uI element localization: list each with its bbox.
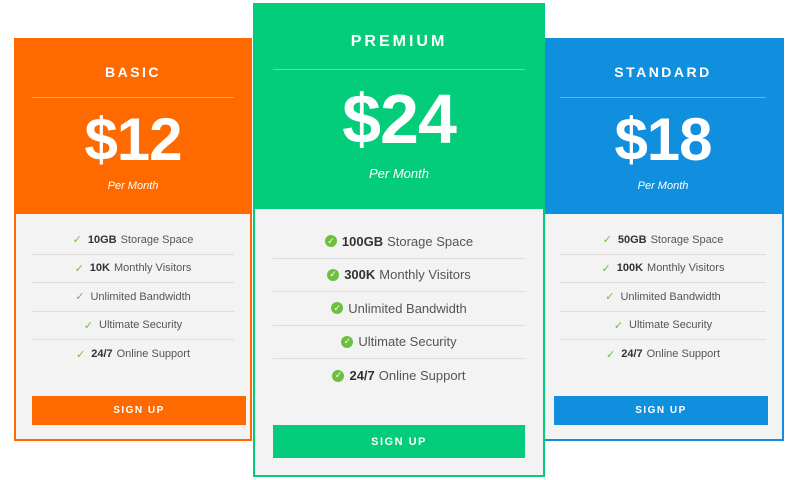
- feature-highlight: 100GB: [341, 233, 384, 249]
- feature-text: Ultimate Security: [629, 319, 713, 332]
- feature-item: ✓ Ultimate Security: [560, 312, 766, 340]
- feature-highlight: 24/7: [621, 348, 643, 361]
- plan-name: PREMIUM: [350, 33, 448, 50]
- feature-text: Monthly Visitors: [113, 262, 192, 275]
- plan-period: Per Month: [369, 166, 429, 181]
- pricing-card-basic: BASIC $12 Per Month ✓ 10GB Storage Space…: [14, 38, 252, 441]
- feature-highlight: 50GB: [617, 233, 647, 246]
- plan-price: $18: [614, 106, 712, 173]
- feature-item: ✓ 300K Monthly Visitors: [273, 259, 525, 292]
- feature-text: Monthly Visitors: [379, 267, 471, 283]
- check-icon: ✓: [602, 234, 612, 247]
- feature-item: ✓ 24/7 Online Support: [32, 340, 234, 369]
- feature-item: ✓ Unlimited Bandwidth: [32, 283, 234, 312]
- feature-text: Monthly Visitors: [647, 262, 725, 275]
- header-divider: [32, 97, 234, 98]
- pricing-card-header: PREMIUM $24 Per Month: [255, 5, 543, 209]
- check-icon: ✓: [72, 234, 82, 247]
- feature-list: ✓ 100GB Storage Space ✓ 300K Monthly Vis…: [273, 225, 525, 393]
- check-icon: ✓: [605, 291, 615, 304]
- feature-text: Unlimited Bandwidth: [348, 300, 467, 316]
- plan-name: BASIC: [104, 64, 162, 80]
- sign-up-button-standard[interactable]: SIGN UP: [554, 396, 768, 425]
- feature-item: ✓ Unlimited Bandwidth: [273, 292, 525, 326]
- feature-highlight: 10K: [89, 262, 110, 275]
- plan-period: Per Month: [107, 180, 159, 192]
- feature-text: Ultimate Security: [99, 319, 183, 332]
- check-icon: ✓: [75, 348, 86, 361]
- check-circle-icon: ✓: [341, 335, 354, 348]
- feature-item: ✓ Ultimate Security: [273, 326, 525, 359]
- feature-text: Storage Space: [387, 233, 474, 249]
- pricing-table: BASIC $12 Per Month ✓ 10GB Storage Space…: [0, 0, 800, 480]
- feature-text: Unlimited Bandwidth: [90, 290, 191, 303]
- feature-text: Online Support: [116, 348, 191, 361]
- feature-item: ✓ 50GB Storage Space: [560, 226, 766, 255]
- check-circle-icon: ✓: [327, 268, 340, 281]
- pricing-card-standard: STANDARD $18 Per Month ✓ 50GB Storage Sp…: [542, 38, 784, 441]
- check-icon: ✓: [613, 319, 624, 332]
- feature-item: ✓ Ultimate Security: [32, 312, 234, 340]
- pricing-card-premium: PREMIUM $24 Per Month ✓ 100GB Storage Sp…: [253, 3, 545, 477]
- check-icon: ✓: [601, 262, 611, 275]
- check-circle-icon: ✓: [332, 369, 345, 382]
- plan-price: $24: [342, 80, 457, 158]
- pricing-card-header: BASIC $12 Per Month: [16, 40, 250, 214]
- header-divider: [273, 69, 525, 70]
- header-divider: [560, 97, 766, 98]
- sign-up-button-premium[interactable]: SIGN UP: [273, 425, 525, 458]
- feature-highlight: 300K: [344, 267, 376, 283]
- plan-price: $12: [84, 106, 182, 173]
- feature-list: ✓ 50GB Storage Space ✓ 100K Monthly Visi…: [560, 226, 766, 369]
- feature-item: ✓ 10GB Storage Space: [32, 226, 234, 255]
- feature-text: Ultimate Security: [358, 334, 457, 350]
- check-circle-icon: ✓: [331, 302, 344, 315]
- feature-highlight: 24/7: [349, 368, 375, 384]
- check-icon: ✓: [83, 319, 94, 332]
- feature-text: Unlimited Bandwidth: [620, 290, 721, 303]
- check-icon: ✓: [605, 348, 616, 361]
- sign-up-button-basic[interactable]: SIGN UP: [32, 396, 246, 425]
- plan-period: Per Month: [637, 180, 689, 192]
- feature-text: Storage Space: [120, 233, 194, 246]
- feature-list: ✓ 10GB Storage Space ✓ 10K Monthly Visit…: [32, 226, 234, 369]
- feature-text: Online Support: [378, 368, 466, 384]
- feature-text: Storage Space: [650, 233, 724, 246]
- feature-item: ✓ Unlimited Bandwidth: [560, 283, 766, 312]
- feature-highlight: 10GB: [87, 233, 117, 246]
- feature-item: ✓ 24/7 Online Support: [273, 359, 525, 393]
- check-circle-icon: ✓: [324, 235, 337, 248]
- feature-text: Online Support: [646, 348, 721, 361]
- plan-name: STANDARD: [614, 64, 712, 80]
- check-icon: ✓: [75, 291, 85, 304]
- feature-highlight: 24/7: [91, 348, 113, 361]
- feature-highlight: 100K: [616, 262, 644, 275]
- feature-item: ✓ 10K Monthly Visitors: [32, 255, 234, 283]
- feature-item: ✓ 100K Monthly Visitors: [560, 255, 766, 283]
- check-icon: ✓: [74, 262, 84, 275]
- feature-item: ✓ 100GB Storage Space: [273, 225, 525, 259]
- pricing-card-header: STANDARD $18 Per Month: [544, 40, 782, 214]
- feature-item: ✓ 24/7 Online Support: [560, 340, 766, 369]
